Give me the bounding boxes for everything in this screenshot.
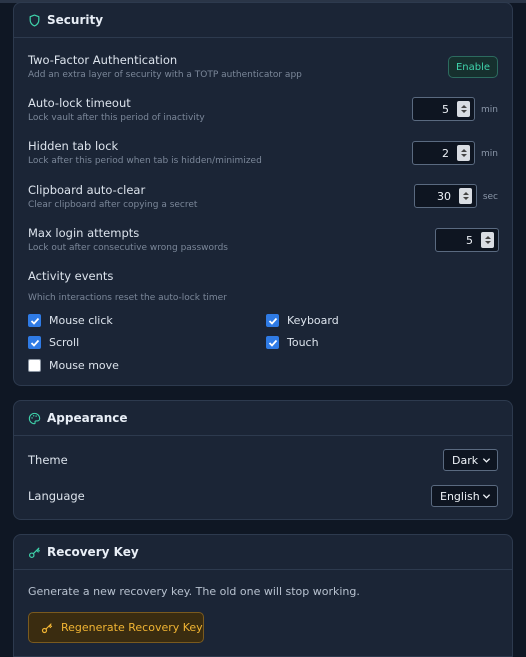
recovery-card: Recovery Key Generate a new recovery key…: [13, 534, 513, 657]
theme-label: Theme: [28, 453, 68, 467]
max-login-row: Max login attempts Lock out after consec…: [28, 226, 498, 254]
max-login-label: Max login attempts: [28, 226, 140, 240]
activity-desc: Which interactions reset the auto-lock t…: [28, 293, 227, 303]
regenerate-key-button[interactable]: Regenerate Recovery Key: [28, 612, 204, 643]
appearance-card: Appearance Theme Dark Language English: [13, 400, 513, 520]
enable-2fa-button[interactable]: Enable: [448, 56, 498, 78]
checkbox-mouse-click[interactable]: Mouse click: [28, 314, 113, 327]
palette-icon: [28, 412, 41, 425]
spinner-icon[interactable]: [457, 101, 470, 117]
spinner-icon[interactable]: [457, 145, 470, 161]
clipboard-input[interactable]: 30: [414, 184, 477, 208]
two-factor-label: Two-Factor Authentication: [28, 53, 178, 67]
checkbox-scroll[interactable]: Scroll: [28, 336, 79, 349]
recovery-desc: Generate a new recovery key. The old one…: [28, 585, 360, 598]
security-header: Security: [14, 3, 512, 38]
chevron-down-icon: [482, 494, 491, 499]
theme-select[interactable]: Dark: [443, 449, 498, 471]
key-icon: [41, 622, 53, 634]
hidden-tab-unit: min: [481, 149, 498, 159]
auto-lock-input[interactable]: 5: [412, 97, 475, 121]
checkbox-checked-icon[interactable]: [266, 314, 279, 327]
activity-label: Activity events: [28, 269, 114, 283]
chevron-down-icon: [482, 458, 491, 463]
checkbox-touch[interactable]: Touch: [266, 336, 319, 349]
language-label: Language: [28, 489, 85, 503]
checkbox-checked-icon[interactable]: [28, 314, 41, 327]
checkbox-keyboard[interactable]: Keyboard: [266, 314, 339, 327]
auto-lock-unit: min: [481, 105, 498, 115]
shield-icon: [28, 13, 41, 27]
clipboard-unit: sec: [482, 192, 498, 202]
hidden-tab-input[interactable]: 2: [412, 141, 475, 165]
language-select[interactable]: English: [431, 485, 498, 507]
recovery-title: Recovery Key: [47, 545, 139, 559]
max-login-input[interactable]: 5: [435, 228, 499, 252]
security-card: Security Two-Factor Authentication Add a…: [13, 2, 513, 386]
checkbox-mouse-move[interactable]: Mouse move: [28, 359, 119, 372]
max-login-desc: Lock out after consecutive wrong passwor…: [28, 243, 228, 253]
checkbox-checked-icon[interactable]: [28, 336, 41, 349]
spinner-icon[interactable]: [481, 232, 494, 248]
activity-row: Activity events Which interactions reset…: [28, 269, 498, 304]
key-icon: [28, 546, 41, 559]
two-factor-desc: Add an extra layer of security with a TO…: [28, 70, 302, 80]
recovery-header: Recovery Key: [14, 535, 512, 570]
two-factor-row: Two-Factor Authentication Add an extra l…: [28, 53, 498, 81]
appearance-title: Appearance: [47, 411, 128, 425]
spinner-icon[interactable]: [459, 188, 472, 204]
security-title: Security: [47, 13, 104, 27]
checkbox-checked-icon[interactable]: [266, 336, 279, 349]
appearance-header: Appearance: [14, 401, 512, 436]
checkbox-unchecked-icon[interactable]: [28, 359, 41, 372]
